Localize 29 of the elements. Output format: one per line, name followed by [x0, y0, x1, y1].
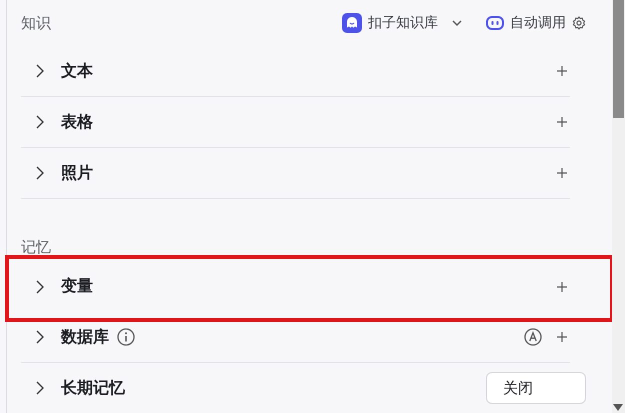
settings-icon [572, 16, 586, 30]
scroll-down-icon[interactable] [613, 404, 623, 411]
item-label: 长期记忆 [61, 378, 125, 398]
section-title: 知识 [21, 14, 51, 32]
item-label: 照片 [61, 162, 93, 184]
auto-call-setting[interactable]: 自动调用 [486, 14, 586, 32]
item-label: 变量 [61, 276, 93, 297]
chevron-right-icon[interactable] [35, 114, 45, 130]
chevron-down-icon [452, 20, 462, 26]
plus-icon[interactable] [556, 167, 568, 179]
robot-icon [486, 16, 504, 30]
chevron-right-icon[interactable] [35, 278, 45, 294]
plus-icon[interactable] [556, 65, 568, 77]
chevron-right-icon[interactable] [35, 165, 45, 181]
knowledge-source-dropdown[interactable]: 扣子知识库 [342, 13, 462, 33]
chevron-right-icon[interactable] [35, 63, 45, 79]
bot-logo-icon [342, 13, 362, 33]
scrollbar-thumb[interactable] [613, 0, 624, 118]
section-title: 记忆 [21, 238, 51, 257]
plus-icon[interactable] [556, 116, 568, 128]
item-label: 数据库 [61, 326, 109, 348]
scrollbar[interactable] [612, 0, 625, 413]
chevron-right-icon[interactable] [35, 380, 45, 396]
plus-icon[interactable] [556, 280, 568, 292]
item-label: 表格 [61, 112, 93, 132]
mode-select[interactable]: 关闭 [486, 372, 586, 404]
item-label: 文本 [61, 60, 93, 82]
plus-icon[interactable] [556, 331, 568, 343]
chevron-right-icon[interactable] [35, 329, 45, 345]
